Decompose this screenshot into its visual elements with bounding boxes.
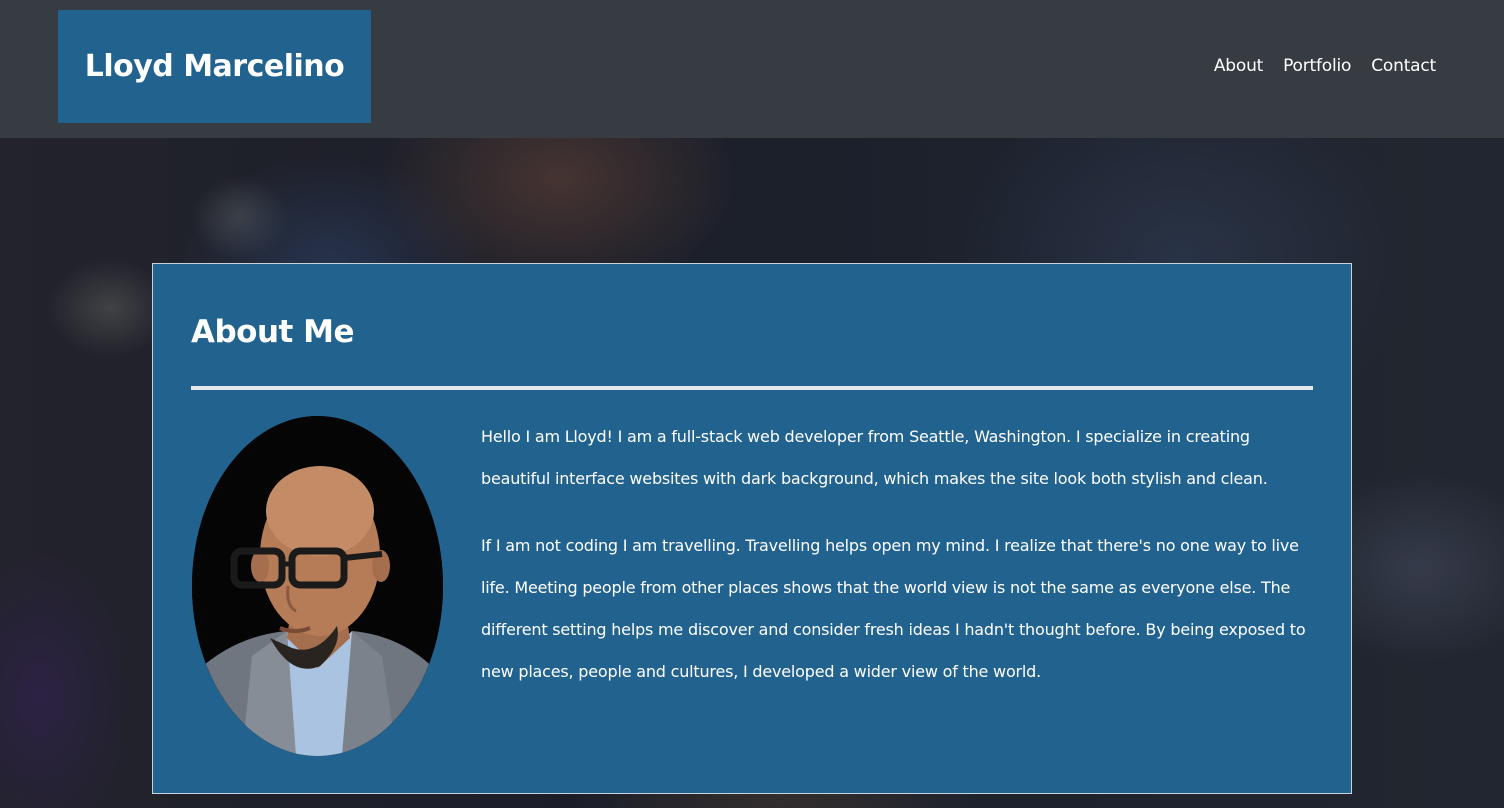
about-divider: [191, 386, 1313, 390]
nav-link-about[interactable]: About: [1214, 56, 1263, 76]
about-title: About Me: [191, 314, 355, 350]
brand-logo-link[interactable]: Lloyd Marcelino: [58, 10, 371, 123]
profile-photo: [192, 416, 443, 756]
nav-link-contact[interactable]: Contact: [1371, 56, 1436, 76]
bio-paragraph: Hello I am Lloyd! I am a full-stack web …: [481, 427, 1268, 488]
nav-link-portfolio[interactable]: Portfolio: [1283, 56, 1351, 76]
main-nav: About Portfolio Contact: [1214, 56, 1436, 76]
site-header: Lloyd Marcelino About Portfolio Contact: [0, 0, 1504, 138]
bio-paragraph: If I am not coding I am travelling. Trav…: [481, 536, 1306, 681]
about-bio: Hello I am Lloyd! I am a full-stack web …: [481, 416, 1321, 718]
about-section: About Me Hello I am Lloyd! I am a full-s…: [152, 263, 1352, 794]
